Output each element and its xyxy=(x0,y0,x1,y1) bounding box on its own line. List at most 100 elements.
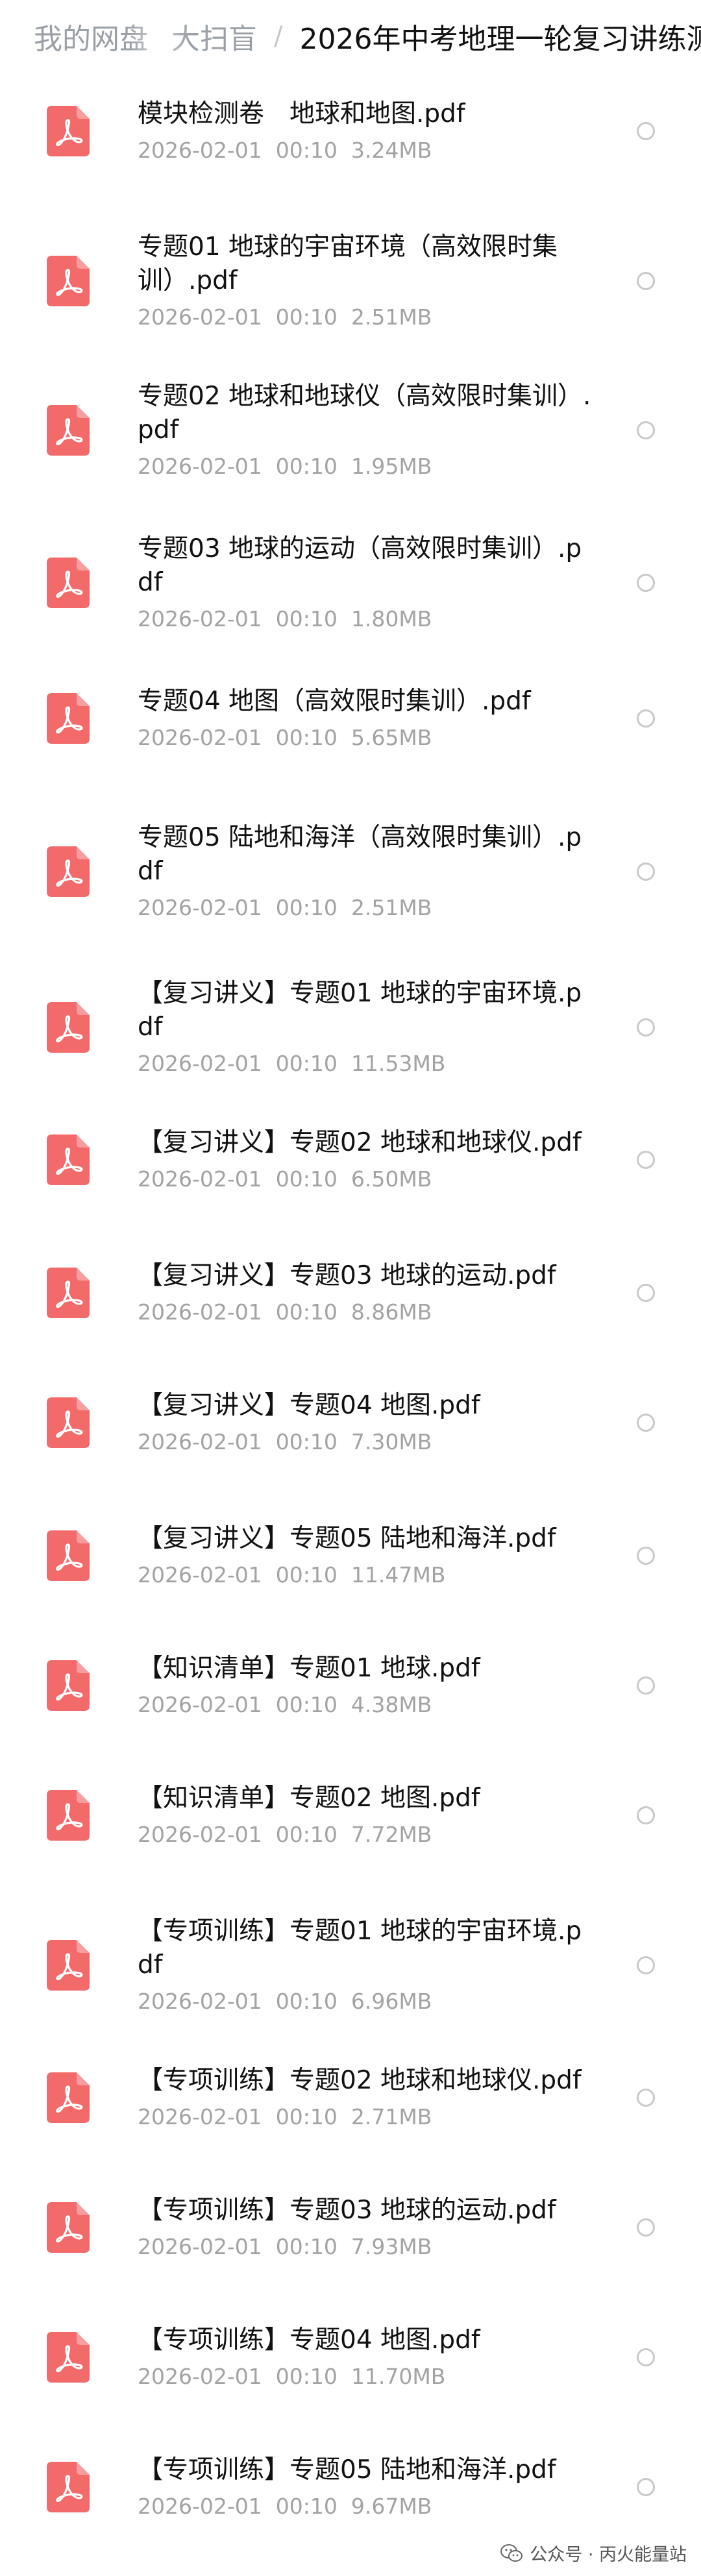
file-size: 2.51MB xyxy=(350,304,432,330)
pdf-file-icon xyxy=(47,1397,90,1448)
file-meta: 2026-02-01 00:10 11.70MB xyxy=(138,2362,592,2391)
file-name: 专题04 地图（高效限时集训）.pdf xyxy=(138,687,531,716)
select-radio[interactable] xyxy=(637,272,655,290)
file-meta: 2026-02-01 00:10 1.95MB xyxy=(138,452,592,481)
pdf-file-icon xyxy=(47,558,90,608)
file-name: 专题02 地球和地球仪（高效限时集训）.pdf xyxy=(138,382,591,445)
file-size: 2.51MB xyxy=(350,895,432,920)
pdf-file-icon xyxy=(47,1660,90,1711)
file-time: 00:10 xyxy=(275,1822,338,1847)
select-radio[interactable] xyxy=(637,709,655,728)
pdf-file-icon xyxy=(47,256,90,306)
file-date: 2026-02-01 xyxy=(138,1562,262,1588)
select-radio[interactable] xyxy=(637,1151,655,1169)
pdf-file-icon xyxy=(47,1790,90,1841)
file-date: 2026-02-01 xyxy=(138,2234,262,2259)
file-date: 2026-02-01 xyxy=(138,304,262,330)
pdf-file-icon xyxy=(47,1002,90,1053)
select-radio[interactable] xyxy=(637,1806,655,1824)
file-date: 2026-02-01 xyxy=(138,895,262,920)
file-size: 1.80MB xyxy=(350,606,432,632)
select-radio[interactable] xyxy=(637,2478,655,2496)
file-size: 6.50MB xyxy=(350,1166,432,1192)
file-time: 00:10 xyxy=(275,138,338,163)
select-radio[interactable] xyxy=(637,1547,655,1565)
pdf-file-icon xyxy=(47,2462,90,2512)
file-time: 00:10 xyxy=(275,454,338,479)
select-radio[interactable] xyxy=(637,1676,655,1695)
breadcrumb-fade xyxy=(130,0,188,73)
breadcrumb: 我的网盘 大扫盲 / 2026年中考地理一轮复习讲练测 xyxy=(0,0,701,73)
file-name: 专题03 地球的运动（高效限时集训）.pdf xyxy=(138,534,582,597)
watermark-text: 公众号 · 丙火能量站 xyxy=(530,2545,687,2565)
file-size: 2.71MB xyxy=(350,2104,432,2129)
file-size: 6.96MB xyxy=(350,1989,432,2014)
file-name: 【专项训练】专题01 地球的宇宙环境.pdf xyxy=(138,1917,582,1980)
file-date: 2026-02-01 xyxy=(138,454,262,479)
file-time: 00:10 xyxy=(275,1429,338,1454)
pdf-file-icon xyxy=(47,693,90,744)
file-time: 00:10 xyxy=(275,606,338,632)
file-time: 00:10 xyxy=(275,1692,338,1717)
file-time: 00:10 xyxy=(275,725,338,750)
file-meta: 2026-02-01 00:10 9.67MB xyxy=(138,2492,592,2521)
pdf-file-icon xyxy=(47,405,90,456)
select-radio[interactable] xyxy=(637,2218,655,2237)
file-time: 00:10 xyxy=(275,2364,338,2389)
file-meta: 2026-02-01 00:10 7.30MB xyxy=(138,1428,592,1456)
file-date: 2026-02-01 xyxy=(138,1299,262,1325)
file-name: 【专项训练】专题05 陆地和海洋.pdf xyxy=(138,2455,556,2484)
select-radio[interactable] xyxy=(637,1284,655,1302)
select-radio[interactable] xyxy=(637,1956,655,1974)
select-radio[interactable] xyxy=(637,2348,655,2366)
file-name: 【复习讲义】专题01 地球的宇宙环境.pdf xyxy=(138,979,582,1042)
file-size: 1.95MB xyxy=(350,454,432,479)
file-time: 00:10 xyxy=(275,2494,338,2519)
file-meta: 2026-02-01 00:10 2.51MB xyxy=(138,894,592,922)
file-time: 00:10 xyxy=(275,1051,338,1076)
file-meta: 2026-02-01 00:10 6.50MB xyxy=(138,1165,592,1194)
file-meta: 2026-02-01 00:10 4.38MB xyxy=(138,1691,592,1719)
file-time: 00:10 xyxy=(275,1562,338,1588)
pdf-file-icon xyxy=(47,2332,90,2383)
breadcrumb-item-current: 2026年中考地理一轮复习讲练测 xyxy=(299,23,701,56)
file-time: 00:10 xyxy=(275,2234,338,2259)
file-size: 7.93MB xyxy=(350,2234,432,2259)
file-name: 【专项训练】专题03 地球的运动.pdf xyxy=(138,2196,556,2225)
file-date: 2026-02-01 xyxy=(138,1989,262,2014)
file-meta: 2026-02-01 00:10 2.71MB xyxy=(138,2103,592,2131)
file-size: 5.65MB xyxy=(350,725,432,750)
select-radio[interactable] xyxy=(637,1414,655,1432)
file-meta: 2026-02-01 00:10 11.47MB xyxy=(138,1561,592,1589)
watermark: 公众号 · 丙火能量站 xyxy=(495,2538,692,2568)
file-name: 【专项训练】专题04 地图.pdf xyxy=(138,2325,480,2355)
file-meta: 2026-02-01 00:10 7.72MB xyxy=(138,1821,592,1849)
select-radio[interactable] xyxy=(637,122,655,140)
file-time: 00:10 xyxy=(275,1299,338,1325)
select-radio[interactable] xyxy=(637,2089,655,2107)
file-date: 2026-02-01 xyxy=(138,1051,262,1076)
file-size: 11.47MB xyxy=(350,1562,446,1588)
select-radio[interactable] xyxy=(637,574,655,592)
file-time: 00:10 xyxy=(275,304,338,330)
file-time: 00:10 xyxy=(275,2104,338,2129)
file-meta: 2026-02-01 00:10 6.96MB xyxy=(138,1987,592,2016)
file-date: 2026-02-01 xyxy=(138,2364,262,2389)
file-size: 7.30MB xyxy=(350,1429,432,1454)
select-radio[interactable] xyxy=(637,421,655,439)
select-radio[interactable] xyxy=(637,1018,655,1037)
select-radio[interactable] xyxy=(637,863,655,881)
pdf-file-icon xyxy=(47,1268,90,1318)
file-date: 2026-02-01 xyxy=(138,1429,262,1454)
file-name: 【知识清单】专题02 地图.pdf xyxy=(138,1784,480,1813)
file-name: 【复习讲义】专题02 地球和地球仪.pdf xyxy=(138,1128,582,1157)
file-meta: 2026-02-01 00:10 1.80MB xyxy=(138,605,592,633)
breadcrumb-separator: / xyxy=(274,21,283,51)
file-date: 2026-02-01 xyxy=(138,138,262,163)
file-date: 2026-02-01 xyxy=(138,1822,262,1847)
file-meta: 2026-02-01 00:10 11.53MB xyxy=(138,1049,592,1078)
file-size: 4.38MB xyxy=(350,1692,432,1717)
file-meta: 2026-02-01 00:10 8.86MB xyxy=(138,1298,592,1327)
pdf-file-icon xyxy=(47,1530,90,1581)
file-date: 2026-02-01 xyxy=(138,606,262,632)
